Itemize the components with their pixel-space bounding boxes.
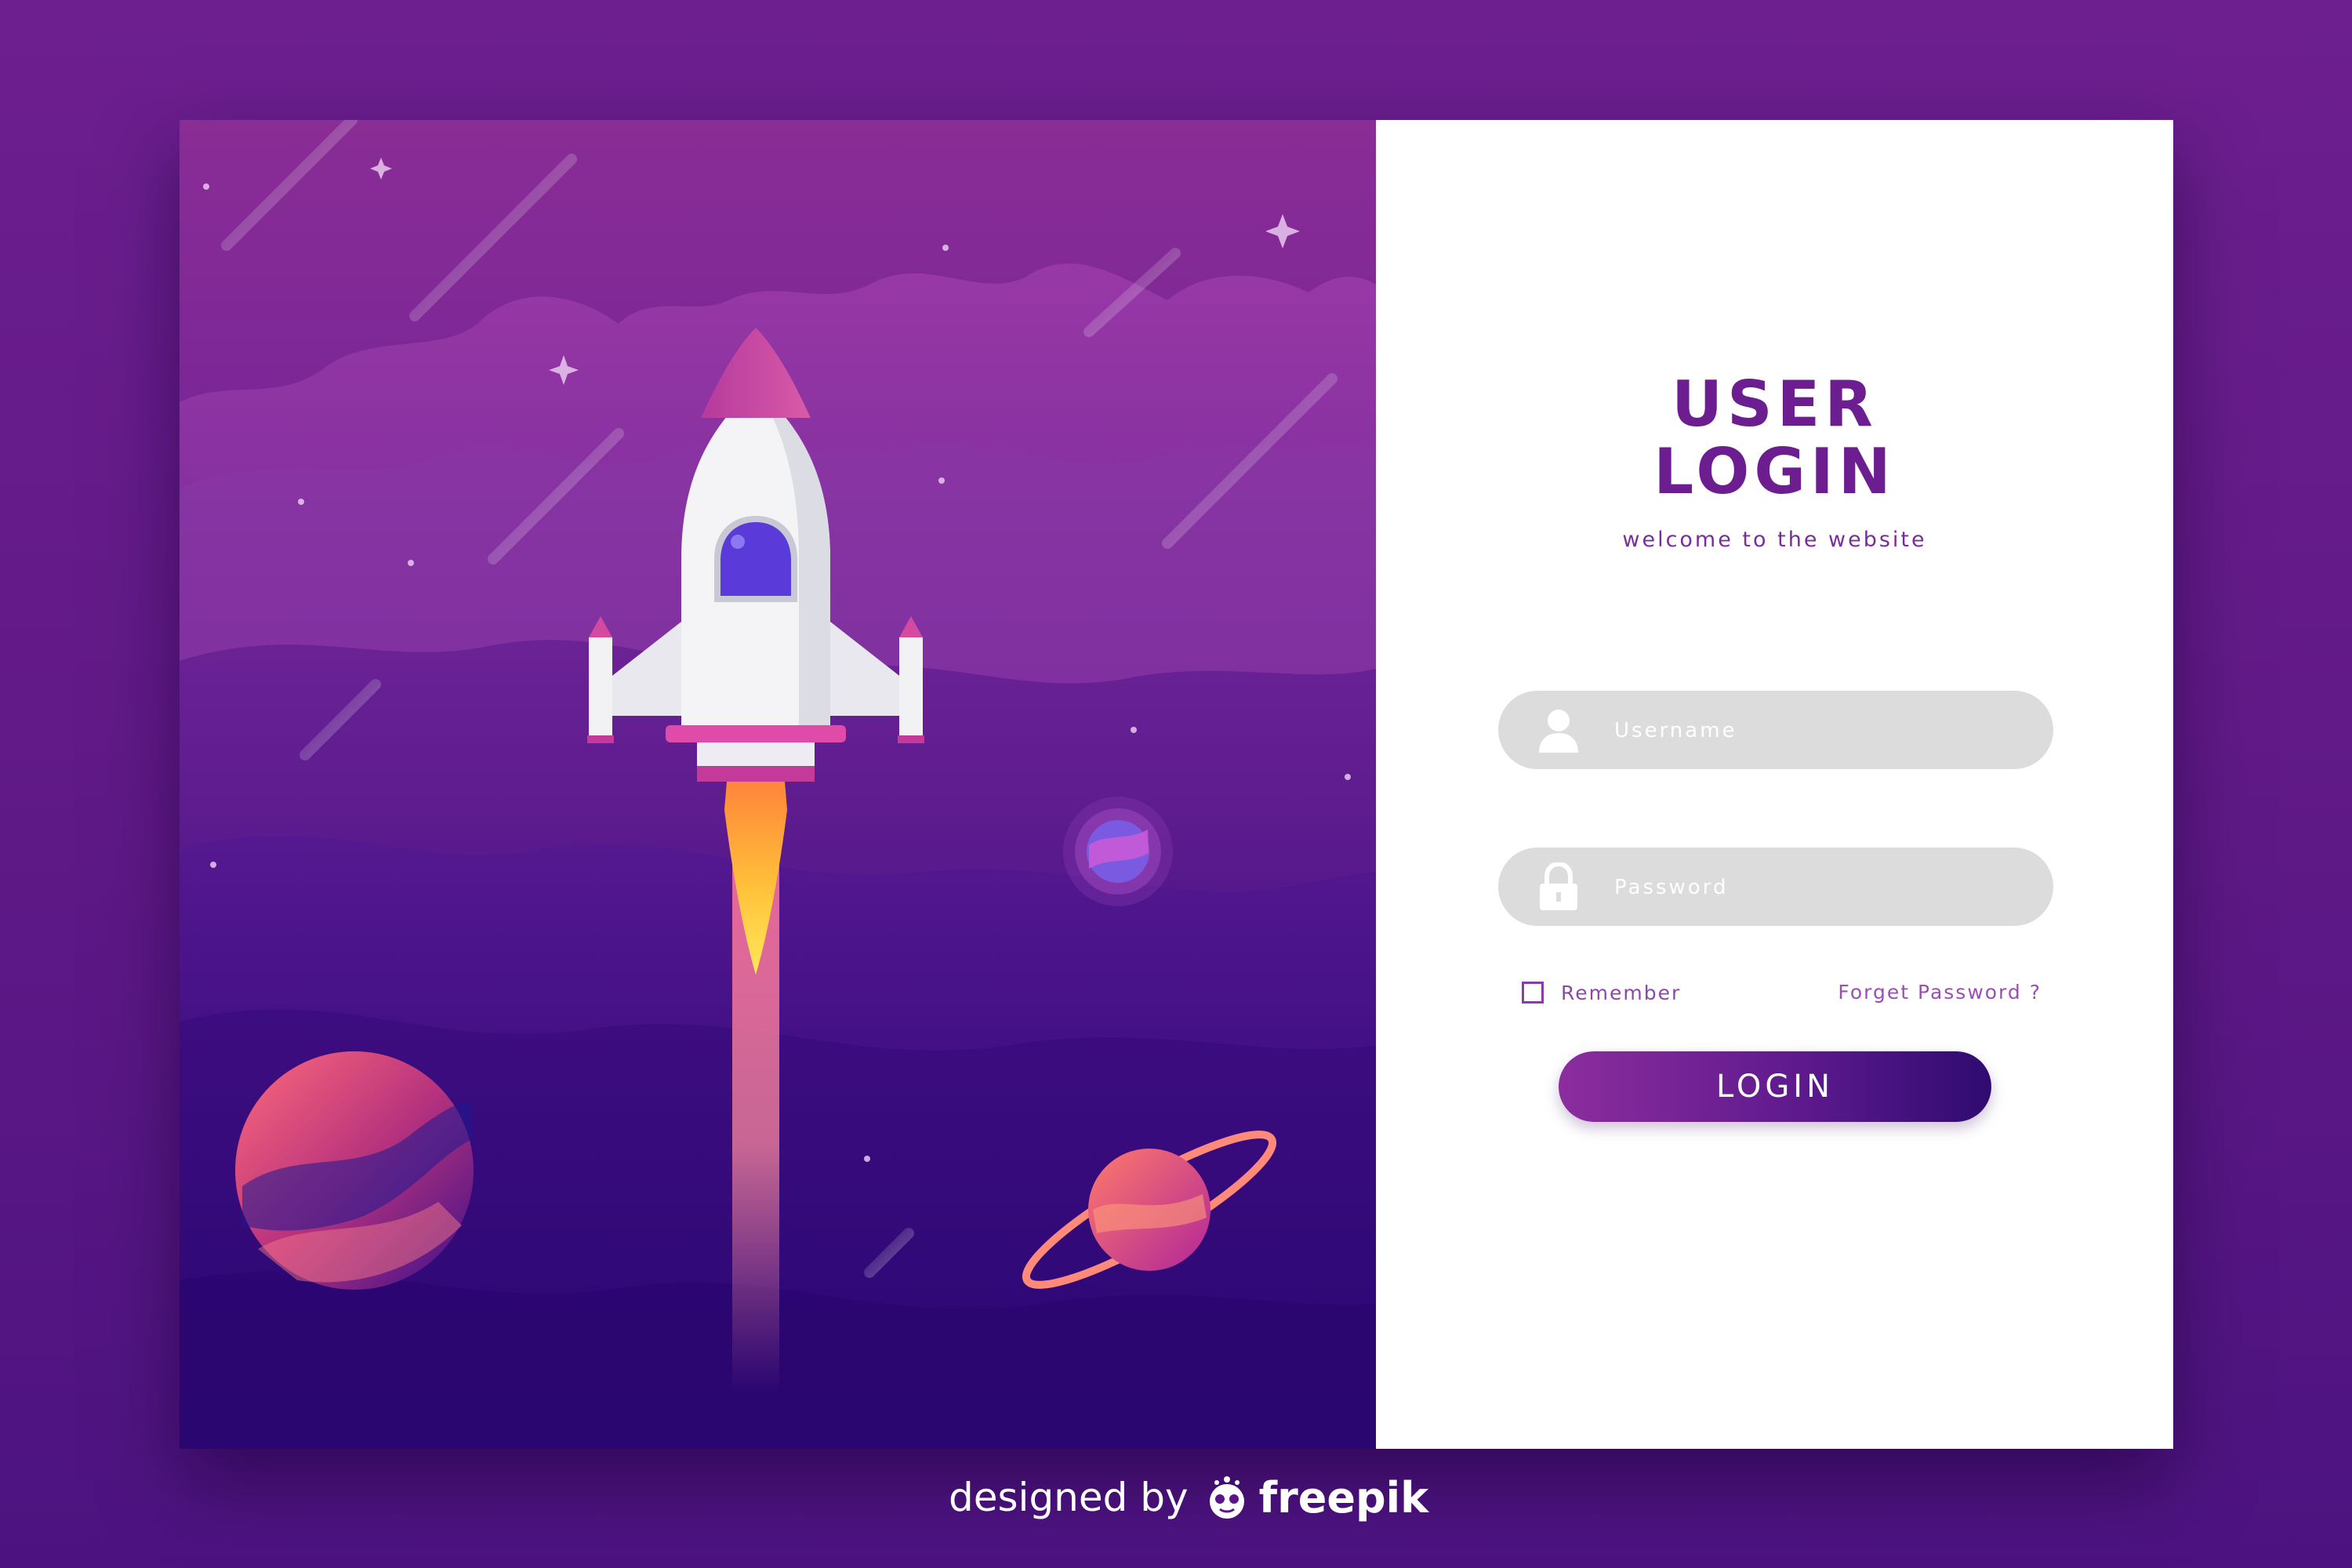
credit-brand: freepik <box>1258 1472 1429 1523</box>
password-input[interactable] <box>1613 848 2024 927</box>
remember-option[interactable]: Remember <box>1522 977 1681 1008</box>
welcome-subtitle: welcome to the website <box>1622 528 1927 552</box>
remember-label: Remember <box>1561 981 1682 1004</box>
user-icon <box>1539 710 1578 753</box>
page-title: USER LOGIN <box>1376 371 2173 506</box>
freepik-logo-icon <box>1209 1476 1244 1519</box>
login-button[interactable]: LOGIN <box>1559 1051 1991 1122</box>
design-credit: designed by freepik <box>949 1466 1428 1529</box>
login-card: USER LOGIN welcome to the website Rememb… <box>180 120 2173 1449</box>
credit-text: designed by <box>949 1475 1189 1520</box>
lock-icon <box>1540 862 1577 910</box>
space-illustration <box>180 120 1376 1449</box>
password-field[interactable] <box>1498 848 2053 927</box>
username-input[interactable] <box>1613 691 2024 771</box>
login-panel: USER LOGIN welcome to the website Rememb… <box>1376 120 2173 1449</box>
title-line-login: LOGIN <box>1653 435 1896 508</box>
forgot-password-link[interactable]: Forget Password ? <box>1838 977 2042 1008</box>
username-field[interactable] <box>1498 691 2053 771</box>
remember-checkbox[interactable] <box>1522 982 1544 1004</box>
title-line-user: USER <box>1671 368 1878 441</box>
